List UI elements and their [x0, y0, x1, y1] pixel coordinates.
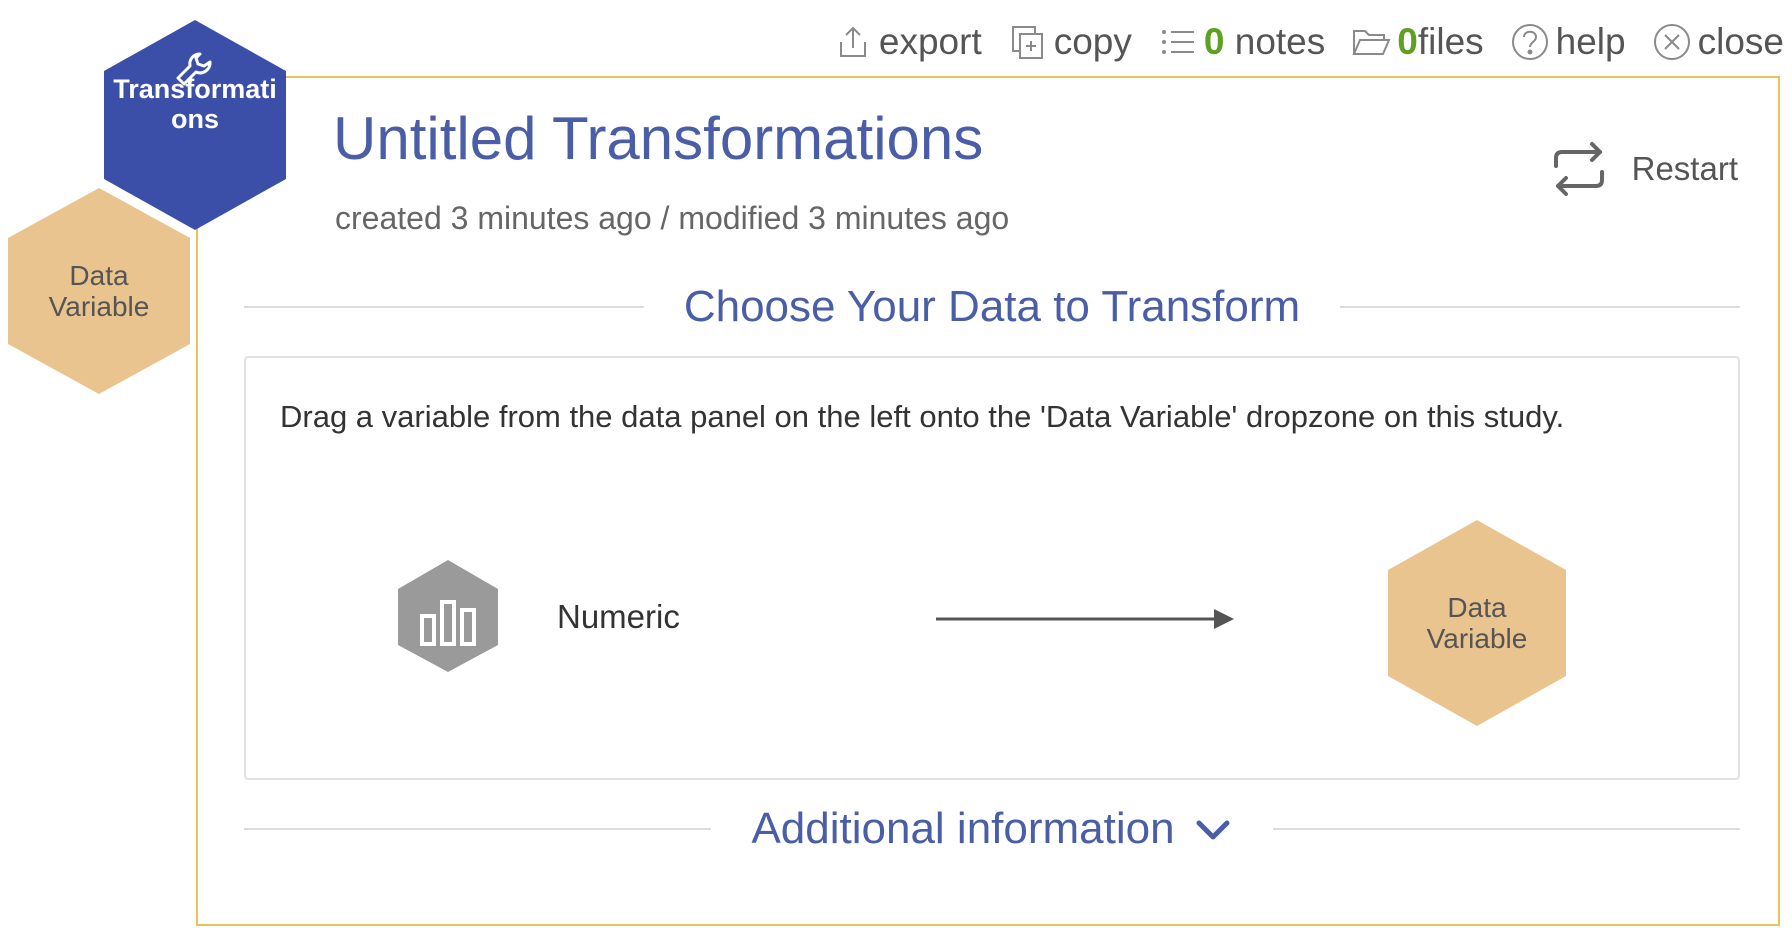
divider	[1340, 306, 1740, 308]
help-button[interactable]: help	[1510, 21, 1626, 63]
help-label: help	[1555, 21, 1626, 62]
files-label: files	[1417, 21, 1484, 62]
restart-icon	[1553, 142, 1604, 196]
notes-count: 0	[1203, 21, 1225, 62]
variable-type-label: Numeric	[557, 598, 680, 635]
notes-icon	[1161, 30, 1194, 54]
export-label: export	[878, 21, 982, 62]
choose-data-label: Choose Your Data to Transform	[683, 282, 1301, 331]
data-variable-hex-line1: Data	[69, 260, 129, 291]
close-label: close	[1697, 21, 1784, 62]
folder-icon	[1352, 30, 1391, 55]
divider	[1272, 828, 1741, 830]
copy-button[interactable]: copy	[1008, 21, 1132, 63]
study-title[interactable]: Untitled Transformations	[333, 104, 983, 173]
study-timestamps: created 3 minutes ago / modified 3 minut…	[335, 200, 1010, 236]
help-icon	[1511, 24, 1548, 60]
restart-button[interactable]: Restart	[1546, 136, 1738, 202]
files-button[interactable]: 0files	[1351, 21, 1484, 63]
choose-data-heading: Choose Your Data to Transform	[244, 282, 1740, 332]
bar-chart-icon	[398, 560, 498, 672]
data-variable-hex-line2: Variable	[48, 291, 150, 322]
close-button[interactable]: close	[1652, 21, 1784, 63]
transformations-hex-label: Transformati ons	[102, 18, 288, 232]
transformations-hex-line1: Transformati	[113, 74, 277, 104]
dropzone-label-line1: Data	[1447, 592, 1507, 623]
additional-info-toggle[interactable]: Additional information	[711, 804, 1272, 854]
transformations-hex-line2: ons	[170, 104, 219, 134]
dropzone-label-line2: Variable	[1426, 623, 1528, 654]
arrow-right-icon	[936, 609, 1234, 629]
choose-data-panel: Drag a variable from the data panel on t…	[244, 356, 1740, 780]
export-icon	[839, 26, 866, 57]
study-toolbar: export copy 0 notes 0files help close	[833, 16, 1784, 68]
transformations-hex[interactable]: Transformati ons	[102, 18, 288, 232]
notes-button[interactable]: 0 notes	[1158, 21, 1325, 63]
export-button[interactable]: export	[833, 21, 982, 63]
dropzone-label: Data Variable	[1386, 518, 1568, 728]
files-count: 0	[1397, 21, 1418, 62]
notes-label: notes	[1234, 21, 1326, 62]
study-card: Untitled Transformations created 3 minut…	[196, 76, 1780, 926]
copy-icon	[1011, 26, 1043, 59]
divider	[244, 828, 712, 830]
copy-label: copy	[1053, 21, 1132, 62]
additional-info-heading: Additional information	[244, 804, 1741, 854]
instructions-text: Drag a variable from the data panel on t…	[280, 399, 1565, 434]
chevron-down-icon	[1196, 820, 1230, 840]
close-icon	[1653, 24, 1690, 60]
data-variable-dropzone[interactable]: Data Variable	[1386, 518, 1568, 728]
divider	[244, 306, 644, 308]
additional-info-label: Additional information	[751, 804, 1175, 853]
restart-label: Restart	[1631, 150, 1738, 187]
